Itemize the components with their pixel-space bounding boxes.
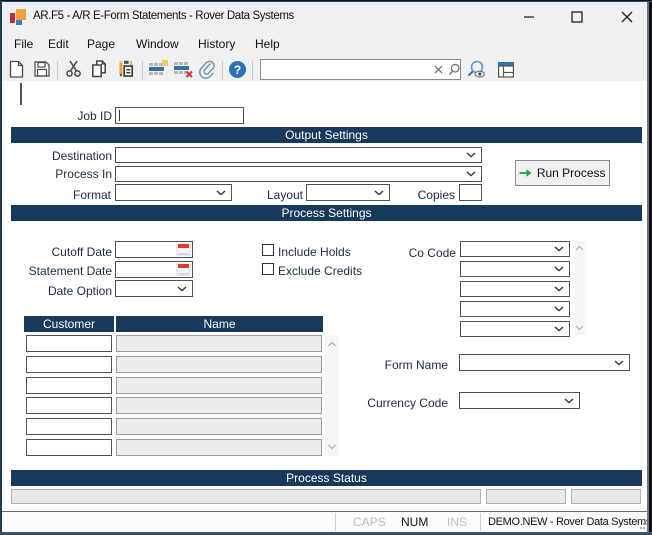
svg-text:?: ? xyxy=(234,63,241,77)
